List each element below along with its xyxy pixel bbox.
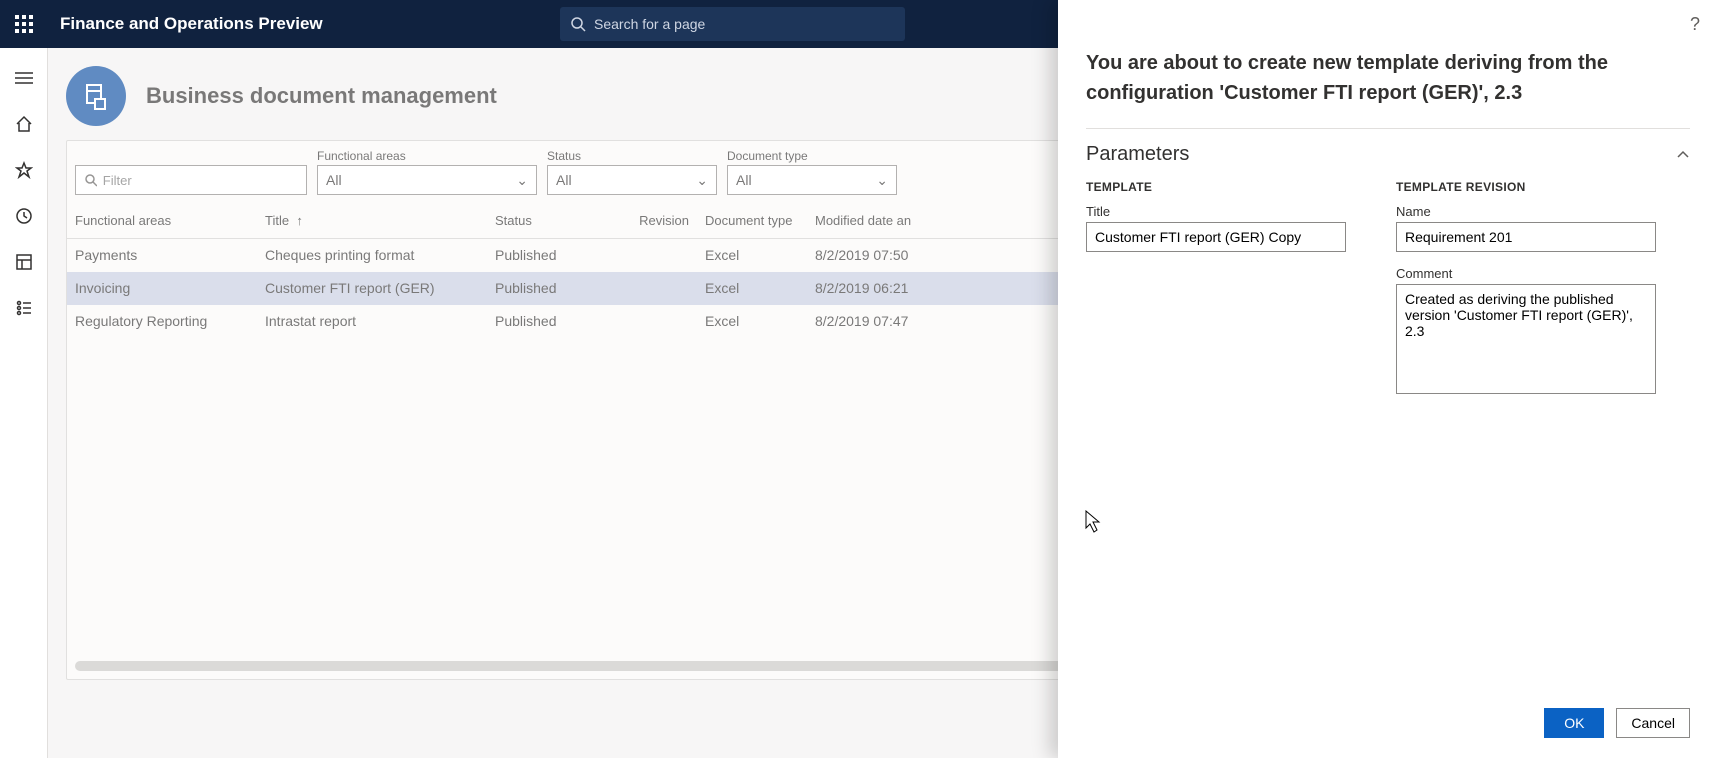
functional-areas-dropdown[interactable]: All ⌄ — [317, 165, 537, 195]
col-doctype[interactable]: Document type — [697, 203, 807, 239]
modules-icon[interactable] — [8, 292, 40, 324]
table-cell: Excel — [697, 239, 807, 272]
table-cell: Published — [487, 239, 627, 272]
grid-filter-input[interactable] — [75, 165, 307, 195]
app-title: Finance and Operations Preview — [60, 14, 323, 34]
table-cell: Payments — [67, 239, 257, 272]
table-cell — [627, 305, 697, 338]
table-cell — [627, 272, 697, 305]
table-cell: Customer FTI report (GER) — [257, 272, 487, 305]
table-cell: Intrastat report — [257, 305, 487, 338]
template-heading: TEMPLATE — [1086, 180, 1346, 194]
chevron-down-icon: ⌄ — [876, 172, 888, 189]
table-cell: Excel — [697, 272, 807, 305]
panel-title: You are about to create new template der… — [1086, 48, 1690, 108]
revision-heading: TEMPLATE REVISION — [1396, 180, 1656, 194]
divider — [1086, 128, 1690, 129]
doctype-dropdown[interactable]: All ⌄ — [727, 165, 897, 195]
parameters-section-heading: Parameters — [1086, 143, 1189, 166]
search-input[interactable] — [594, 16, 895, 32]
status-value: All — [556, 172, 572, 188]
search-icon — [570, 16, 586, 32]
new-template-panel: ? You are about to create new template d… — [1058, 0, 1718, 758]
table-cell: Published — [487, 305, 627, 338]
revision-comment-input[interactable] — [1396, 284, 1656, 394]
sort-asc-icon: ↑ — [293, 213, 303, 228]
cancel-button[interactable]: Cancel — [1616, 708, 1690, 738]
left-nav — [0, 48, 48, 758]
col-title[interactable]: Title ↑ — [257, 203, 487, 239]
recent-icon[interactable] — [8, 200, 40, 232]
table-cell: Cheques printing format — [257, 239, 487, 272]
page-icon — [66, 66, 126, 126]
functional-areas-value: All — [326, 172, 342, 188]
chevron-down-icon: ⌄ — [516, 172, 528, 189]
page-title: Business document management — [146, 83, 497, 109]
table-cell: Published — [487, 272, 627, 305]
revision-comment-label: Comment — [1396, 266, 1656, 281]
home-icon[interactable] — [8, 108, 40, 140]
workspaces-icon[interactable] — [8, 246, 40, 278]
doctype-value: All — [736, 172, 752, 188]
doctype-filter-label: Document type — [727, 149, 897, 163]
functional-areas-label: Functional areas — [317, 149, 537, 163]
ok-button[interactable]: OK — [1544, 708, 1604, 738]
table-cell: Excel — [697, 305, 807, 338]
col-status[interactable]: Status — [487, 203, 627, 239]
help-icon[interactable]: ? — [1690, 14, 1700, 35]
favorites-icon[interactable] — [8, 154, 40, 186]
revision-name-label: Name — [1396, 204, 1656, 219]
col-title-label: Title — [265, 213, 289, 228]
template-title-input[interactable] — [1086, 222, 1346, 252]
template-title-label: Title — [1086, 204, 1346, 219]
table-cell: Regulatory Reporting — [67, 305, 257, 338]
table-cell — [627, 239, 697, 272]
status-filter-label: Status — [547, 149, 717, 163]
chevron-up-icon[interactable] — [1676, 148, 1690, 162]
filter-text-input[interactable] — [103, 173, 298, 188]
search-box[interactable] — [560, 7, 905, 41]
nav-expand-icon[interactable] — [8, 62, 40, 94]
table-cell: Invoicing — [67, 272, 257, 305]
status-dropdown[interactable]: All ⌄ — [547, 165, 717, 195]
waffle-icon[interactable] — [0, 0, 48, 48]
chevron-down-icon: ⌄ — [696, 172, 708, 189]
col-functional-areas[interactable]: Functional areas — [67, 203, 257, 239]
revision-name-input[interactable] — [1396, 222, 1656, 252]
col-revision[interactable]: Revision — [627, 203, 697, 239]
